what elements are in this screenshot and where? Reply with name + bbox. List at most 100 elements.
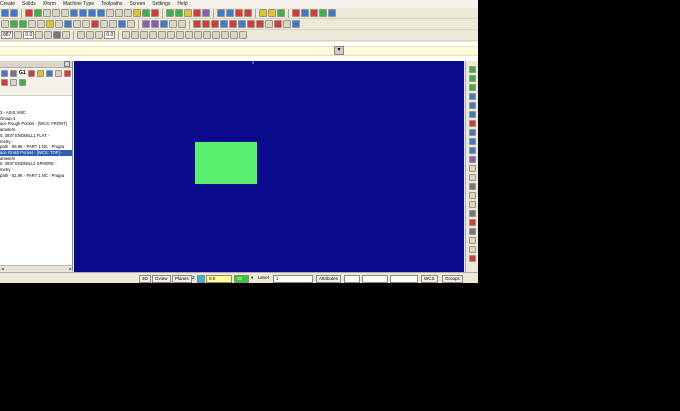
- select-all-icon[interactable]: [1, 70, 8, 77]
- stop-icon[interactable]: [292, 9, 300, 17]
- point-icon[interactable]: [1, 20, 9, 28]
- surface-icon[interactable]: [142, 20, 150, 28]
- regenerate-icon[interactable]: [10, 70, 17, 77]
- spline-icon[interactable]: [46, 20, 54, 28]
- line-style-select[interactable]: [362, 275, 388, 283]
- mirror-icon[interactable]: [109, 20, 117, 28]
- mask-line-icon[interactable]: [131, 31, 140, 39]
- close-icon[interactable]: [64, 61, 70, 67]
- color-icon[interactable]: [235, 9, 243, 17]
- level-field[interactable]: 1: [273, 275, 313, 283]
- right-tool-icon[interactable]: [468, 84, 476, 91]
- toolpath-circle-icon[interactable]: [229, 20, 237, 28]
- brush-icon[interactable]: [268, 9, 276, 17]
- camera-icon[interactable]: [53, 31, 62, 39]
- toolpath-3d-icon[interactable]: [238, 20, 246, 28]
- right-tool-icon[interactable]: [468, 228, 476, 235]
- select-polygon-icon[interactable]: [95, 31, 104, 39]
- translate-icon[interactable]: [91, 20, 99, 28]
- menu-create[interactable]: Create: [0, 0, 15, 8]
- right-tool-icon[interactable]: [468, 138, 476, 145]
- toolpath-verify-icon[interactable]: [274, 20, 282, 28]
- shaded-rectangle-geometry[interactable]: [195, 142, 257, 184]
- mask-help-icon[interactable]: [239, 31, 248, 39]
- drafting-icon[interactable]: [169, 20, 177, 28]
- gview-button[interactable]: Gview: [152, 275, 171, 283]
- help-icon[interactable]: [54, 70, 62, 77]
- lock-op-icon[interactable]: [36, 70, 44, 77]
- zoom-window-icon[interactable]: [43, 9, 51, 17]
- right-tool-icon[interactable]: [468, 66, 476, 73]
- move-icon[interactable]: [25, 9, 33, 17]
- mask-surface-icon[interactable]: [158, 31, 167, 39]
- toolpath-transform-icon[interactable]: [265, 20, 273, 28]
- right-tool-icon[interactable]: [468, 111, 476, 118]
- mask-arc-icon[interactable]: [140, 31, 149, 39]
- menu-screen[interactable]: Screen: [129, 0, 145, 8]
- mask-point-icon[interactable]: [122, 31, 131, 39]
- z-depth-field[interactable]: 0.0: [206, 275, 232, 283]
- mask-spline-icon[interactable]: [149, 31, 158, 39]
- menu-machine-type[interactable]: Machine Type: [63, 0, 94, 8]
- dimension-icon[interactable]: [178, 20, 186, 28]
- scale-icon[interactable]: [118, 20, 126, 28]
- pin-icon[interactable]: ▾: [334, 46, 344, 55]
- right-tool-icon[interactable]: [468, 120, 476, 127]
- backplot-icon[interactable]: [328, 9, 336, 17]
- view-iso-icon[interactable]: [97, 9, 105, 17]
- highspeed-icon[interactable]: [27, 70, 35, 77]
- delete-icon[interactable]: [244, 9, 252, 17]
- menu-solids[interactable]: Solids: [22, 0, 36, 8]
- chamfer-icon[interactable]: [37, 20, 45, 28]
- analyze-icon[interactable]: [217, 9, 225, 17]
- right-tool-icon[interactable]: [468, 174, 476, 181]
- mask-level-icon[interactable]: [194, 31, 203, 39]
- redo-icon[interactable]: [10, 9, 18, 17]
- point-style-select[interactable]: [344, 275, 360, 283]
- scroll-to-icon[interactable]: [19, 79, 26, 86]
- toolpath-contour-icon[interactable]: [193, 20, 201, 28]
- right-tool-icon[interactable]: [468, 237, 476, 244]
- right-tool-icon[interactable]: [468, 183, 476, 190]
- select-chain-icon[interactable]: [77, 31, 86, 39]
- trim-icon[interactable]: [64, 20, 72, 28]
- join-icon[interactable]: [82, 20, 90, 28]
- flag-icon[interactable]: [301, 9, 309, 17]
- right-tool-icon[interactable]: [468, 129, 476, 136]
- coordinate-x-field[interactable]: 887: [1, 31, 14, 39]
- right-tool-icon[interactable]: [468, 210, 476, 217]
- line-width-select[interactable]: [390, 275, 418, 283]
- right-tool-icon[interactable]: [468, 192, 476, 199]
- surface-trim-icon[interactable]: [160, 20, 168, 28]
- z-color-icon[interactable]: [197, 275, 205, 283]
- menu-help[interactable]: Help: [177, 0, 187, 8]
- view-side-icon[interactable]: [88, 9, 96, 17]
- mask-all-icon[interactable]: [212, 31, 221, 39]
- right-tool-icon[interactable]: [468, 165, 476, 172]
- right-tool-icon[interactable]: [468, 201, 476, 208]
- toolpath-face-icon[interactable]: [220, 20, 228, 28]
- toolpath-drill-icon[interactable]: [202, 20, 210, 28]
- tplane-icon[interactable]: [115, 9, 123, 17]
- tree-item[interactable]: path - 51.9K - PART 1.NC - Progra: [0, 173, 72, 179]
- color-dropdown-icon[interactable]: ▾: [249, 275, 255, 283]
- planes-button[interactable]: Planes: [172, 275, 192, 283]
- groups-button[interactable]: Groups: [442, 275, 463, 283]
- move-up-icon[interactable]: [1, 79, 8, 86]
- boolean-icon[interactable]: [202, 9, 210, 17]
- zoom-in-icon[interactable]: [52, 9, 60, 17]
- menu-settings[interactable]: Settings: [152, 0, 170, 8]
- cplane-icon[interactable]: [106, 9, 114, 17]
- solid-sweep-icon[interactable]: [184, 9, 192, 17]
- toggle-display-icon[interactable]: [45, 70, 53, 77]
- graphics-viewport[interactable]: [74, 61, 464, 272]
- toolpath-multiaxis-icon[interactable]: [256, 20, 264, 28]
- insert-arrow-icon[interactable]: [10, 79, 17, 86]
- right-tool-icon[interactable]: [468, 219, 476, 226]
- hidden-line-icon[interactable]: [151, 9, 159, 17]
- simulate-icon[interactable]: [292, 20, 300, 28]
- right-tool-icon[interactable]: [468, 147, 476, 154]
- color-button[interactable]: 10: [234, 275, 249, 283]
- tree-item-selected[interactable]: ace Finish Pocket - [WCS: TOP] -: [0, 149, 72, 156]
- mask-attribute-icon[interactable]: [203, 31, 212, 39]
